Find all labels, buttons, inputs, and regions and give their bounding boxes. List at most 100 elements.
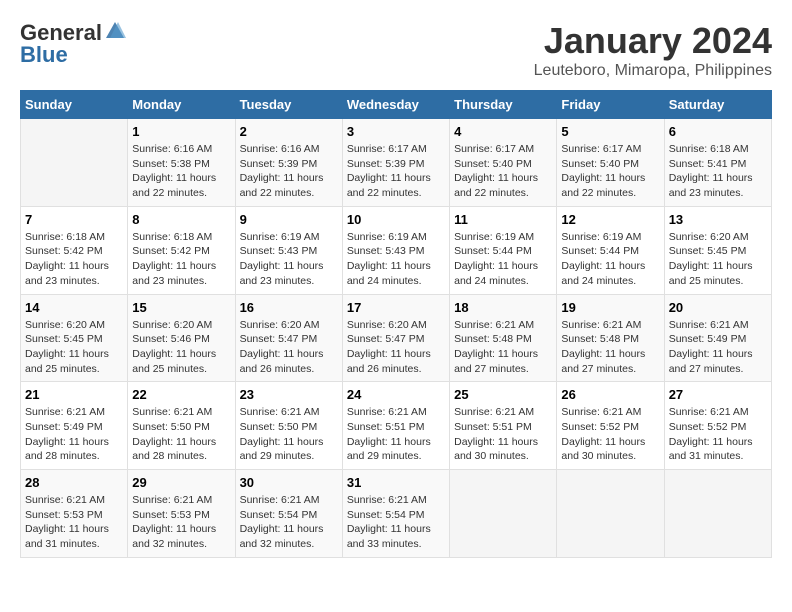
day-number: 12 <box>561 212 659 227</box>
calendar-cell: 7 Sunrise: 6:18 AM Sunset: 5:42 PM Daylig… <box>21 206 128 294</box>
calendar-cell: 29 Sunrise: 6:21 AM Sunset: 5:53 PM Dayli… <box>128 470 235 558</box>
calendar-header: SundayMondayTuesdayWednesdayThursdayFrid… <box>21 91 772 119</box>
day-number: 21 <box>25 387 123 402</box>
day-info: Sunrise: 6:21 AM Sunset: 5:49 PM Dayligh… <box>25 405 123 464</box>
day-info: Sunrise: 6:20 AM Sunset: 5:46 PM Dayligh… <box>132 318 230 377</box>
day-info: Sunrise: 6:21 AM Sunset: 5:51 PM Dayligh… <box>454 405 552 464</box>
day-info: Sunrise: 6:20 AM Sunset: 5:45 PM Dayligh… <box>25 318 123 377</box>
day-info: Sunrise: 6:18 AM Sunset: 5:42 PM Dayligh… <box>132 230 230 289</box>
calendar-cell: 6 Sunrise: 6:18 AM Sunset: 5:41 PM Daylig… <box>664 119 771 207</box>
calendar-cell: 26 Sunrise: 6:21 AM Sunset: 5:52 PM Dayli… <box>557 382 664 470</box>
title-area: January 2024 Leuteboro, Mimaropa, Philip… <box>534 20 772 80</box>
calendar-cell <box>664 470 771 558</box>
calendar-cell: 5Sunrise: 6:17 AM Sunset: 5:40 PM Daylig… <box>557 119 664 207</box>
day-info: Sunrise: 6:17 AM Sunset: 5:39 PM Dayligh… <box>347 142 445 201</box>
day-info: Sunrise: 6:21 AM Sunset: 5:53 PM Dayligh… <box>25 493 123 552</box>
day-number: 31 <box>347 475 445 490</box>
calendar-cell: 28 Sunrise: 6:21 AM Sunset: 5:53 PM Dayli… <box>21 470 128 558</box>
day-number: 24 <box>347 387 445 402</box>
day-number: 27 <box>669 387 767 402</box>
column-header-wednesday: Wednesday <box>342 91 449 119</box>
day-info: Sunrise: 6:19 AM Sunset: 5:43 PM Dayligh… <box>347 230 445 289</box>
page-header: General Blue January 2024 Leuteboro, Mim… <box>20 20 772 80</box>
day-number: 17 <box>347 300 445 315</box>
day-number: 6 <box>669 124 767 139</box>
day-info: Sunrise: 6:21 AM Sunset: 5:50 PM Dayligh… <box>240 405 338 464</box>
logo-icon <box>104 20 126 42</box>
day-info: Sunrise: 6:21 AM Sunset: 5:53 PM Dayligh… <box>132 493 230 552</box>
day-info: Sunrise: 6:21 AM Sunset: 5:50 PM Dayligh… <box>132 405 230 464</box>
day-info: Sunrise: 6:20 AM Sunset: 5:45 PM Dayligh… <box>669 230 767 289</box>
calendar-cell: 10 Sunrise: 6:19 AM Sunset: 5:43 PM Dayli… <box>342 206 449 294</box>
logo: General Blue <box>20 20 126 68</box>
calendar-week-row: 7 Sunrise: 6:18 AM Sunset: 5:42 PM Daylig… <box>21 206 772 294</box>
calendar-cell: 4 Sunrise: 6:17 AM Sunset: 5:40 PM Daylig… <box>450 119 557 207</box>
column-header-monday: Monday <box>128 91 235 119</box>
calendar-cell <box>21 119 128 207</box>
column-header-tuesday: Tuesday <box>235 91 342 119</box>
day-number: 26 <box>561 387 659 402</box>
day-number: 22 <box>132 387 230 402</box>
column-header-thursday: Thursday <box>450 91 557 119</box>
day-info: Sunrise: 6:20 AM Sunset: 5:47 PM Dayligh… <box>347 318 445 377</box>
calendar-cell: 11Sunrise: 6:19 AM Sunset: 5:44 PM Dayli… <box>450 206 557 294</box>
day-info: Sunrise: 6:20 AM Sunset: 5:47 PM Dayligh… <box>240 318 338 377</box>
location-title: Leuteboro, Mimaropa, Philippines <box>534 62 772 80</box>
day-number: 18 <box>454 300 552 315</box>
calendar-week-row: 1 Sunrise: 6:16 AM Sunset: 5:38 PM Daylig… <box>21 119 772 207</box>
calendar-cell: 13Sunrise: 6:20 AM Sunset: 5:45 PM Dayli… <box>664 206 771 294</box>
calendar-cell: 22 Sunrise: 6:21 AM Sunset: 5:50 PM Dayli… <box>128 382 235 470</box>
calendar-cell: 1 Sunrise: 6:16 AM Sunset: 5:38 PM Daylig… <box>128 119 235 207</box>
calendar-cell: 17 Sunrise: 6:20 AM Sunset: 5:47 PM Dayli… <box>342 294 449 382</box>
logo-blue: Blue <box>20 42 68 68</box>
day-number: 16 <box>240 300 338 315</box>
calendar-cell: 21 Sunrise: 6:21 AM Sunset: 5:49 PM Dayli… <box>21 382 128 470</box>
calendar-cell: 2Sunrise: 6:16 AM Sunset: 5:39 PM Daylig… <box>235 119 342 207</box>
day-number: 19 <box>561 300 659 315</box>
day-info: Sunrise: 6:21 AM Sunset: 5:51 PM Dayligh… <box>347 405 445 464</box>
month-title: January 2024 <box>534 20 772 62</box>
day-info: Sunrise: 6:16 AM Sunset: 5:38 PM Dayligh… <box>132 142 230 201</box>
calendar-cell: 25 Sunrise: 6:21 AM Sunset: 5:51 PM Dayli… <box>450 382 557 470</box>
calendar-cell: 16 Sunrise: 6:20 AM Sunset: 5:47 PM Dayli… <box>235 294 342 382</box>
day-info: Sunrise: 6:18 AM Sunset: 5:41 PM Dayligh… <box>669 142 767 201</box>
calendar-cell <box>557 470 664 558</box>
calendar-cell: 30 Sunrise: 6:21 AM Sunset: 5:54 PM Dayli… <box>235 470 342 558</box>
day-number: 15 <box>132 300 230 315</box>
day-number: 5 <box>561 124 659 139</box>
calendar-cell: 27Sunrise: 6:21 AM Sunset: 5:52 PM Dayli… <box>664 382 771 470</box>
calendar-cell: 3Sunrise: 6:17 AM Sunset: 5:39 PM Daylig… <box>342 119 449 207</box>
calendar-cell: 14 Sunrise: 6:20 AM Sunset: 5:45 PM Dayli… <box>21 294 128 382</box>
calendar-cell: 31Sunrise: 6:21 AM Sunset: 5:54 PM Dayli… <box>342 470 449 558</box>
day-number: 8 <box>132 212 230 227</box>
calendar-cell: 8 Sunrise: 6:18 AM Sunset: 5:42 PM Daylig… <box>128 206 235 294</box>
day-info: Sunrise: 6:19 AM Sunset: 5:44 PM Dayligh… <box>561 230 659 289</box>
day-number: 20 <box>669 300 767 315</box>
day-number: 25 <box>454 387 552 402</box>
calendar-cell: 19Sunrise: 6:21 AM Sunset: 5:48 PM Dayli… <box>557 294 664 382</box>
day-number: 28 <box>25 475 123 490</box>
calendar-table: SundayMondayTuesdayWednesdayThursdayFrid… <box>20 90 772 558</box>
day-number: 10 <box>347 212 445 227</box>
day-number: 4 <box>454 124 552 139</box>
day-info: Sunrise: 6:18 AM Sunset: 5:42 PM Dayligh… <box>25 230 123 289</box>
day-info: Sunrise: 6:21 AM Sunset: 5:48 PM Dayligh… <box>454 318 552 377</box>
column-header-sunday: Sunday <box>21 91 128 119</box>
day-number: 9 <box>240 212 338 227</box>
calendar-cell: 12 Sunrise: 6:19 AM Sunset: 5:44 PM Dayli… <box>557 206 664 294</box>
calendar-cell: 9 Sunrise: 6:19 AM Sunset: 5:43 PM Daylig… <box>235 206 342 294</box>
day-number: 29 <box>132 475 230 490</box>
day-number: 1 <box>132 124 230 139</box>
column-header-friday: Friday <box>557 91 664 119</box>
calendar-cell: 23Sunrise: 6:21 AM Sunset: 5:50 PM Dayli… <box>235 382 342 470</box>
day-info: Sunrise: 6:21 AM Sunset: 5:52 PM Dayligh… <box>561 405 659 464</box>
day-info: Sunrise: 6:19 AM Sunset: 5:43 PM Dayligh… <box>240 230 338 289</box>
day-number: 7 <box>25 212 123 227</box>
day-info: Sunrise: 6:16 AM Sunset: 5:39 PM Dayligh… <box>240 142 338 201</box>
calendar-cell: 15 Sunrise: 6:20 AM Sunset: 5:46 PM Dayli… <box>128 294 235 382</box>
day-info: Sunrise: 6:17 AM Sunset: 5:40 PM Dayligh… <box>454 142 552 201</box>
day-info: Sunrise: 6:21 AM Sunset: 5:49 PM Dayligh… <box>669 318 767 377</box>
day-number: 30 <box>240 475 338 490</box>
day-number: 14 <box>25 300 123 315</box>
day-info: Sunrise: 6:21 AM Sunset: 5:54 PM Dayligh… <box>240 493 338 552</box>
